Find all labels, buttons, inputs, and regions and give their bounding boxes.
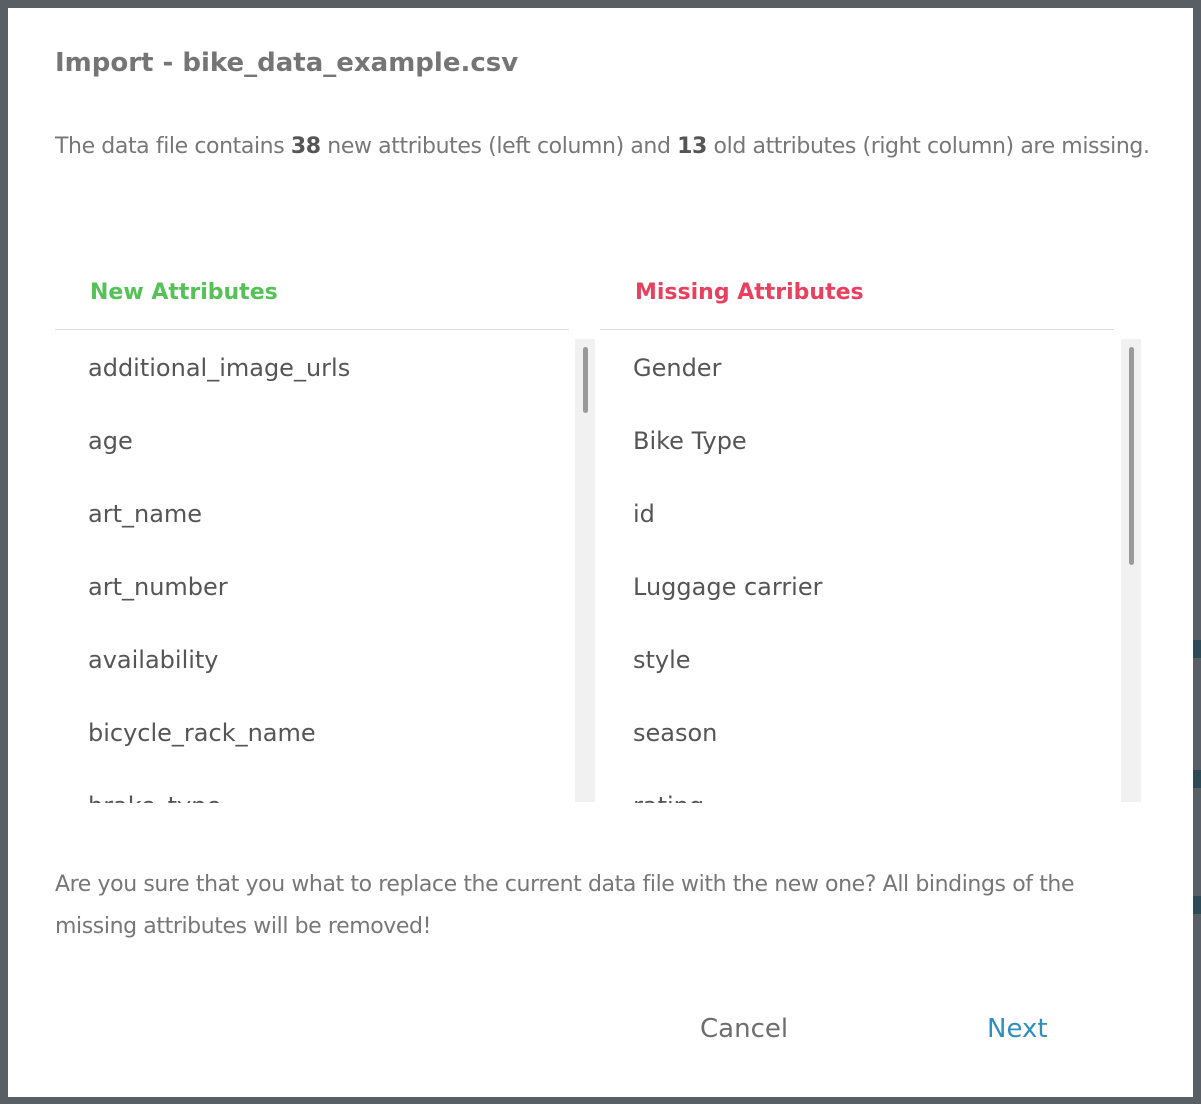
list-item: brake_type [55,768,569,803]
new-attributes-list[interactable]: additional_image_urls age art_name art_n… [55,329,569,803]
list-item: age [88,427,133,455]
intro-part-3: old attributes (right column) are missin… [706,134,1150,159]
intro-text: The data file contains 38 new attributes… [55,126,1150,168]
list-item: Bike Type [633,427,747,455]
list-item: id [633,500,655,528]
list-item: additional_image_urls [88,354,351,382]
new-attributes-header: New Attributes [90,280,278,305]
scrollbar-thumb[interactable] [583,347,588,413]
next-button[interactable]: Next [987,1014,1048,1044]
new-attributes-count: 38 [290,134,321,159]
missing-attributes-header: Missing Attributes [635,280,864,305]
list-item: Gender [633,354,722,382]
list-item: art_name [88,500,203,528]
dialog-title: Import - bike_data_example.csv [55,48,519,78]
list-item: rating [600,768,1114,803]
intro-part-2: new attributes (left column) and [320,134,678,159]
cancel-button[interactable]: Cancel [700,1014,788,1044]
missing-attributes-scrollbar[interactable] [1121,339,1141,802]
list-item: season [633,719,718,747]
list-item: availability [88,646,219,674]
list-item: art_number [88,573,228,601]
list-item: bicycle_rack_name [88,719,316,747]
missing-attributes-list[interactable]: Gender Bike Type id Luggage carrier styl… [600,329,1114,803]
new-attributes-scrollbar[interactable] [575,339,595,802]
scrollbar-thumb[interactable] [1129,347,1134,565]
import-dialog: Import - bike_data_example.csv The data … [8,8,1193,1097]
missing-attributes-count: 13 [677,134,707,159]
intro-part-1: The data file contains [55,134,291,159]
list-item: style [633,646,691,674]
confirm-text: Are you sure that you what to replace th… [55,872,1075,939]
list-item: Luggage carrier [633,573,823,601]
